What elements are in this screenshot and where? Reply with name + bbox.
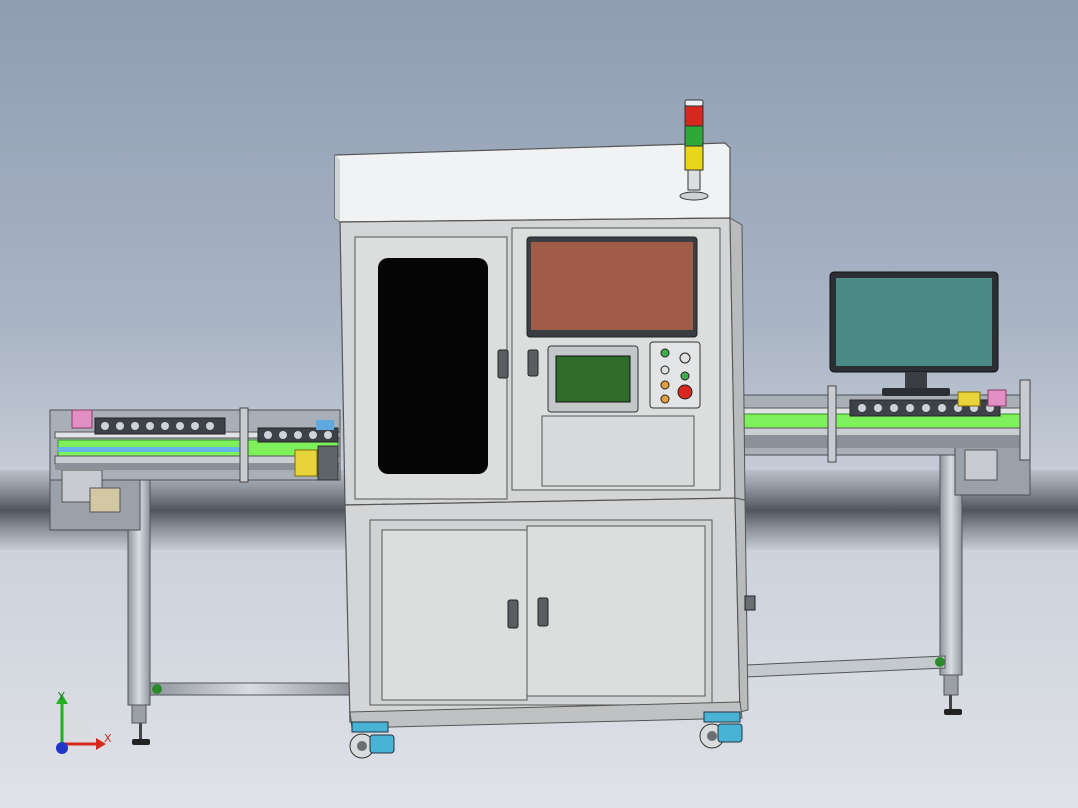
access-panel xyxy=(541,415,695,487)
key-switch[interactable] xyxy=(660,365,670,375)
view-orientation-triad[interactable]: Y X xyxy=(56,690,112,754)
cabinet-top-hood xyxy=(334,142,731,223)
machine-assembly-render: Y X xyxy=(0,99,1078,759)
upper-display xyxy=(531,242,693,330)
door-handle[interactable] xyxy=(497,349,509,379)
x-axis-label: X xyxy=(104,732,112,745)
door-handle[interactable] xyxy=(507,599,519,629)
z-axis-dot xyxy=(56,742,68,754)
floor-rail xyxy=(744,655,946,678)
hmi-screen[interactable] xyxy=(555,355,631,403)
caster-wheel xyxy=(349,721,395,759)
emergency-stop-button[interactable] xyxy=(677,384,693,400)
leveling-foot xyxy=(944,709,962,715)
cad-viewport[interactable]: Y X xyxy=(0,0,1078,808)
floor-rail xyxy=(149,682,351,696)
cabinet-door-right[interactable] xyxy=(526,525,706,697)
cabinet-door-left[interactable] xyxy=(381,529,528,701)
desktop-monitor[interactable] xyxy=(829,271,999,396)
selector-switch[interactable] xyxy=(679,352,691,364)
start-button[interactable] xyxy=(660,348,670,358)
stop-button[interactable] xyxy=(660,394,670,404)
door-handle[interactable] xyxy=(527,349,539,377)
caster-wheel xyxy=(699,711,743,749)
y-axis-label: Y xyxy=(57,690,65,703)
tower-light-red xyxy=(684,105,704,127)
control-button-panel[interactable] xyxy=(649,341,701,409)
reset-button[interactable] xyxy=(660,380,670,390)
conveyor-left[interactable] xyxy=(49,407,351,745)
leveling-foot xyxy=(132,739,150,745)
tower-light-green xyxy=(684,125,704,147)
tower-light-yellow xyxy=(684,145,704,171)
door-handle[interactable] xyxy=(537,597,549,627)
run-indicator xyxy=(680,371,690,381)
viewing-window xyxy=(378,258,488,474)
machine-cabinet[interactable] xyxy=(334,142,756,729)
monitor-screen xyxy=(836,278,992,366)
